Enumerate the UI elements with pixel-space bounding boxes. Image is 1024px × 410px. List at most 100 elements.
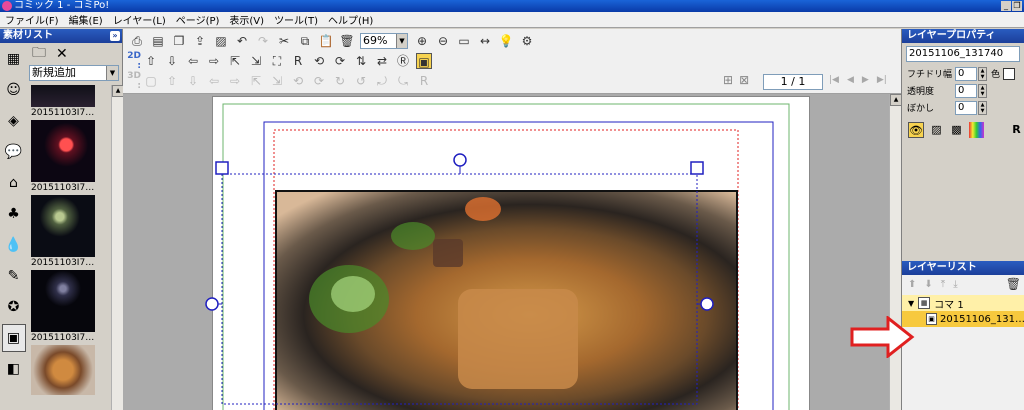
category-background-icon[interactable]: ⌂ [2,169,26,197]
3d-move-icon[interactable]: ⇧ [164,73,180,89]
flip-horizontal-icon[interactable]: ⇄ [374,53,390,69]
arrow-right-icon[interactable]: ⇨ [206,53,222,69]
expand-icon[interactable]: ⇱ [227,53,243,69]
thumbnail-image[interactable] [31,270,95,332]
category-speech-bubble-icon[interactable]: 💬 [2,138,26,166]
prev-page-icon[interactable]: ◀ [847,75,854,85]
pattern-icon[interactable]: ▩ [949,122,964,138]
fit-frame-icon[interactable]: ⛶ [269,53,285,69]
collapse-icon[interactable]: » [110,31,120,41]
3d-move-icon[interactable]: ⇨ [227,73,243,89]
last-page-icon[interactable]: ▶| [877,75,887,85]
resize-handle-right[interactable] [700,297,714,311]
flip-vertical-icon[interactable]: ⇅ [353,53,369,69]
layer-up-icon[interactable]: ⬆ [908,279,916,290]
thumbnail-image[interactable] [31,345,95,395]
new-page-icon[interactable]: ❐ [171,33,187,49]
first-page-icon[interactable]: |◀ [829,75,839,85]
trash-icon[interactable]: 🗑 [339,33,355,49]
category-panel-icon[interactable]: ▦ [2,45,26,73]
3d-rotate-icon[interactable]: ↺ [353,73,369,89]
comic-canvas[interactable] [123,94,889,410]
category-3d-photo-icon[interactable]: ◧ [2,355,26,383]
layer-bottom-icon[interactable]: ⤓ [953,279,957,290]
resize-handle-left[interactable] [205,297,219,311]
visibility-eye-icon[interactable]: 👁 [908,122,924,138]
color-palette-icon[interactable] [968,122,984,138]
3d-move-icon[interactable]: ⇦ [206,73,222,89]
save-icon[interactable]: ▤ [150,33,166,49]
opacity-input[interactable]: 0 [955,83,977,98]
arrow-left-icon[interactable]: ⇦ [185,53,201,69]
export-icon[interactable]: ⇪ [192,33,208,49]
open-folder-icon[interactable]: 🗀 [32,42,46,66]
blur-input[interactable]: 0 [955,100,977,115]
menu-tools[interactable]: ツール(T) [269,12,323,27]
expand-triangle-icon[interactable]: ▼ [908,299,914,308]
image-export-icon[interactable]: ▨ [213,33,229,49]
menu-view[interactable]: 表示(V) [224,12,269,27]
restore-button[interactable]: ❐ [1012,1,1022,11]
category-character-icon[interactable]: ☺ [2,76,26,104]
copy-icon[interactable]: ⧉ [297,33,313,49]
fit-width-icon[interactable]: ↔ [477,33,493,49]
zoom-out-icon[interactable]: ⊖ [435,33,451,49]
resize-handle-top-left[interactable] [215,161,229,175]
menu-help[interactable]: ヘルプ(H) [323,12,378,27]
delete-material-icon[interactable]: ✕ [56,46,68,62]
rotate-right-icon[interactable]: ⟳ [332,53,348,69]
chevron-down-icon[interactable]: ▼ [396,34,407,48]
layer-row-panel[interactable]: ▼ ▦ コマ 1 [902,295,1024,311]
menu-file[interactable]: ファイル(F) [0,12,64,27]
3d-rotate-icon[interactable]: ⤾ [374,73,390,89]
material-dropdown[interactable]: 新規追加 ▼ [29,65,119,81]
resize-handle-top-right[interactable] [690,161,704,175]
3d-move-icon[interactable]: ⇩ [185,73,201,89]
zoom-in-icon[interactable]: ⊕ [414,33,430,49]
chevron-down-icon[interactable]: ▼ [106,66,118,80]
border-width-input[interactable]: 0 [955,66,977,81]
cut-icon[interactable]: ✂ [276,33,292,49]
print-icon[interactable]: ⎙ [129,33,145,49]
category-text-icon[interactable]: ✎ [2,262,26,290]
lock-icon[interactable]: ▨ [929,122,944,138]
add-page-icon[interactable]: ⊞ [723,73,733,87]
layer-down-icon[interactable]: ⬇ [924,279,932,290]
zoom-select[interactable]: 69% ▼ [360,33,408,49]
arrow-up-icon[interactable]: ⇧ [143,53,159,69]
next-page-icon[interactable]: ▶ [862,75,869,85]
layer-top-icon[interactable]: ⤒ [941,279,945,290]
3d-reset-icon[interactable]: R [416,73,432,89]
shrink-icon[interactable]: ⇲ [248,53,264,69]
rotate-handle[interactable] [453,153,467,167]
delete-page-icon[interactable]: ⊠ [739,73,749,87]
menu-layer[interactable]: レイヤー(L) [108,12,171,27]
border-width-stepper[interactable]: ▲ ▼ [978,66,987,81]
3d-scale-icon[interactable]: ⇱ [248,73,264,89]
paste-icon[interactable]: 📋 [318,33,334,49]
menu-edit[interactable]: 編集(E) [64,12,108,27]
reset-icon[interactable]: R [290,53,306,69]
light-icon[interactable]: 💡 [498,33,514,49]
opacity-stepper[interactable]: ▲ ▼ [978,83,987,98]
thumbnail-image[interactable] [31,120,95,182]
rotate-left-icon[interactable]: ⟲ [311,53,327,69]
3d-rotate-icon[interactable]: ⟳ [311,73,327,89]
fit-page-icon[interactable]: ▭ [456,33,472,49]
redo-icon[interactable]: ↷ [255,33,271,49]
category-tree-icon[interactable]: ♣ [2,200,26,228]
thumbnail-image[interactable] [31,85,95,107]
category-3d-item-icon[interactable]: ◈ [2,107,26,135]
canvas-scrollbar[interactable]: ▲ [889,94,902,410]
blur-stepper[interactable]: ▲ ▼ [978,100,987,115]
thumbnail-image[interactable] [31,195,95,257]
3d-rotate-icon[interactable]: ⟲ [290,73,306,89]
layer-delete-icon[interactable]: 🗑 [1006,277,1021,291]
3d-move-icon[interactable]: ▢ [143,73,159,89]
category-image-icon[interactable]: ▣ [1,324,26,352]
settings-gear-icon[interactable]: ⚙ [519,33,535,49]
category-effect-icon[interactable]: 💧 [2,231,26,259]
3d-rotate-icon[interactable]: ↻ [332,73,348,89]
layer-name-field[interactable]: 20151106_131740 [906,46,1020,62]
color-swatch[interactable] [1003,67,1016,80]
